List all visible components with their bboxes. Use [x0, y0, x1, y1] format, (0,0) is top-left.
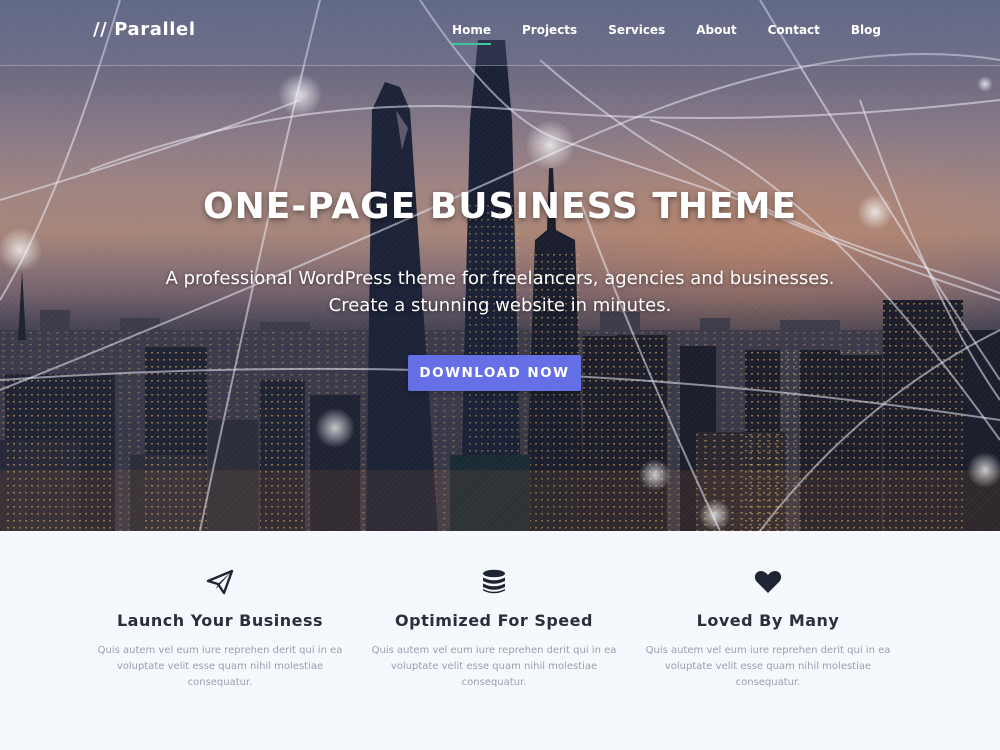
nav-item-projects[interactable]: Projects [522, 23, 577, 43]
paper-plane-icon [200, 567, 240, 597]
feature-description-line: consequatur. [461, 677, 527, 688]
hero-title: ONE-PAGE BUSINESS THEME [202, 186, 798, 227]
navbar: // Parallel Home Projects Services About… [0, 0, 1000, 66]
feature-title: Launch Your Business [116, 611, 324, 630]
feature-description-line: consequatur. [735, 677, 801, 688]
nav-item-about[interactable]: About [696, 23, 736, 43]
feature-description: Quis autem vel eum iure reprehen derit q… [367, 643, 621, 691]
hero-subtitle: A professional WordPress theme for freel… [150, 265, 850, 319]
nav-item-services[interactable]: Services [608, 23, 665, 43]
feature-description-line: consequatur. [187, 677, 253, 688]
feature-description-line: voluptate velit esse quam nihil molestia… [116, 661, 324, 672]
main-nav: Home Projects Services About Contact Blo… [421, 23, 881, 45]
feature-description-line: voluptate velit esse quam nihil molestia… [390, 661, 598, 672]
hero-subtitle-line-1: A professional WordPress theme for freel… [165, 268, 835, 289]
feature-title: Optimized For Speed [395, 611, 593, 630]
download-now-button[interactable]: DOWNLOAD NOW [408, 355, 581, 391]
feature-description: Quis autem vel eum iure reprehen derit q… [93, 643, 347, 691]
hero-subtitle-line-2: Create a stunning website in minutes. [328, 295, 672, 316]
heart-icon [748, 567, 788, 597]
site-logo[interactable]: // Parallel [93, 19, 196, 40]
feature-description: Quis autem vel eum iure reprehen derit q… [641, 643, 895, 691]
feature-description-line: Quis autem vel eum iure reprehen derit q… [645, 645, 891, 656]
features-section: Launch Your Business Quis autem vel eum … [0, 531, 1000, 750]
nav-item-home[interactable]: Home [452, 23, 491, 45]
nav-item-blog[interactable]: Blog [851, 23, 881, 43]
feature-description-line: voluptate velit esse quam nihil molestia… [664, 661, 872, 672]
feature-description-line: Quis autem vel eum iure reprehen derit q… [371, 645, 617, 656]
database-icon [474, 567, 514, 597]
hero-section: // Parallel Home Projects Services About… [0, 0, 1000, 531]
nav-item-contact[interactable]: Contact [768, 23, 820, 43]
feature-title: Loved By Many [696, 611, 840, 630]
hero-content: ONE-PAGE BUSINESS THEME A professional W… [0, 0, 1000, 531]
feature-description-line: Quis autem vel eum iure reprehen derit q… [97, 645, 343, 656]
